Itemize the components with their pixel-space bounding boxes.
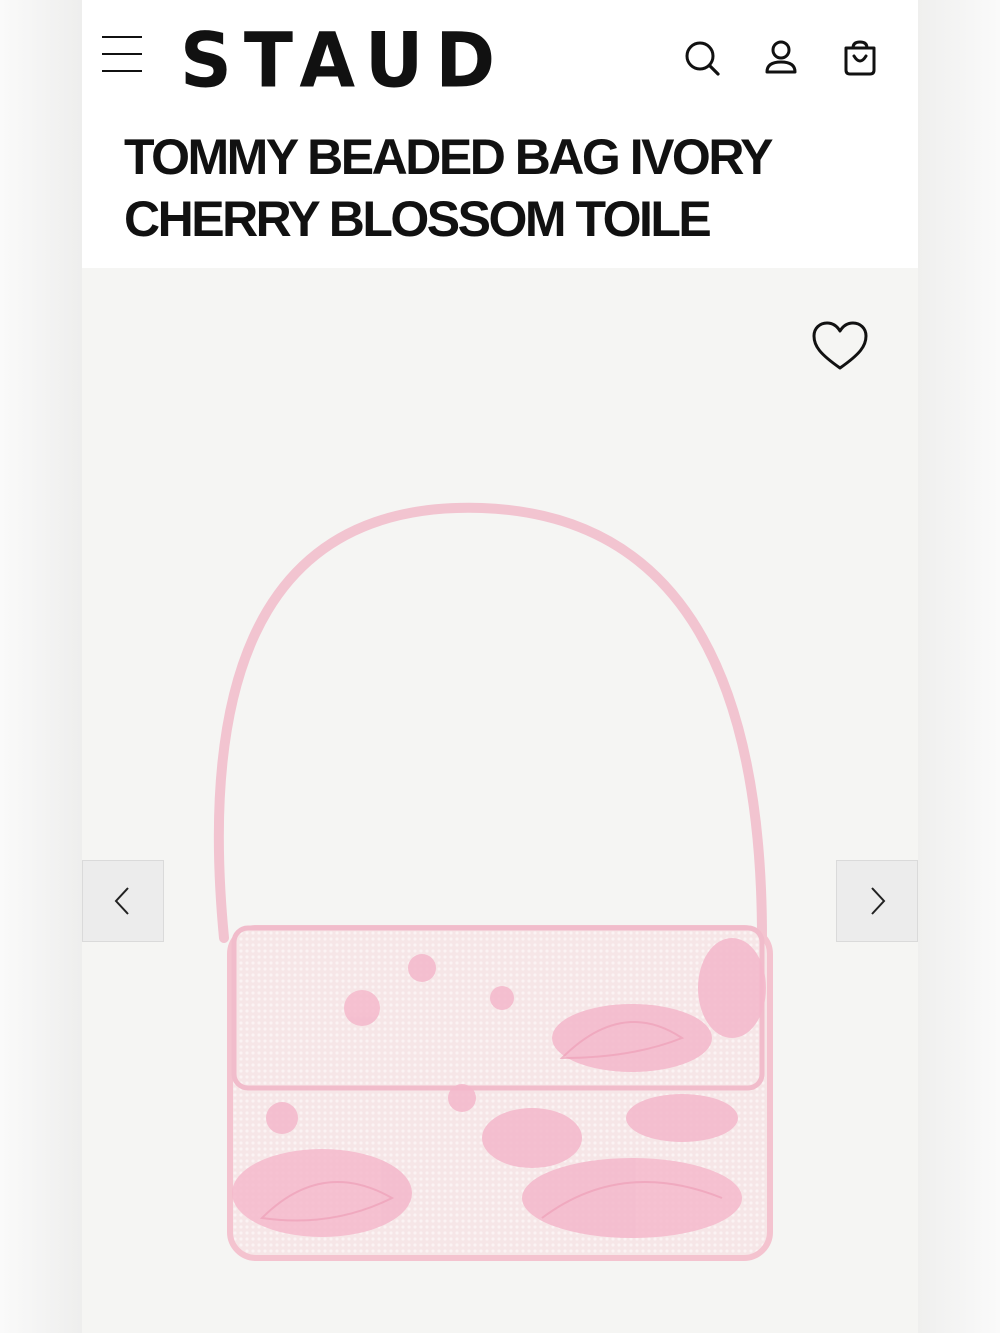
prev-image-button[interactable]: [82, 860, 164, 942]
product-image: [213, 502, 773, 1261]
product-gallery: [82, 268, 918, 1333]
product-title-line-2: CHERRY BLOSSOM TOILE: [124, 191, 712, 247]
product-title-line-1: TOMMY BEADED BAG IVORY: [124, 129, 773, 185]
menu-icon[interactable]: [102, 36, 144, 74]
product-title: TOMMY BEADED BAG IVORY CHERRY BLOSSOM TO…: [124, 126, 884, 250]
site-header: STAUD TOMMY BEADED BAG IVORY CHERRY BLOS…: [82, 0, 918, 268]
heart-icon[interactable]: [810, 320, 870, 374]
search-icon[interactable]: [680, 36, 724, 80]
cart-icon[interactable]: [838, 36, 882, 80]
next-image-button[interactable]: [836, 860, 918, 942]
account-icon[interactable]: [759, 36, 803, 80]
chevron-right-icon: [871, 887, 886, 915]
right-gutter: [918, 0, 1000, 1333]
left-gutter: [0, 0, 82, 1333]
brand-logo[interactable]: STAUD: [180, 18, 507, 102]
top-bar: STAUD: [82, 0, 918, 120]
product-page: STAUD TOMMY BEADED BAG IVORY CHERRY BLOS…: [82, 0, 918, 1333]
chevron-left-icon: [114, 887, 129, 915]
